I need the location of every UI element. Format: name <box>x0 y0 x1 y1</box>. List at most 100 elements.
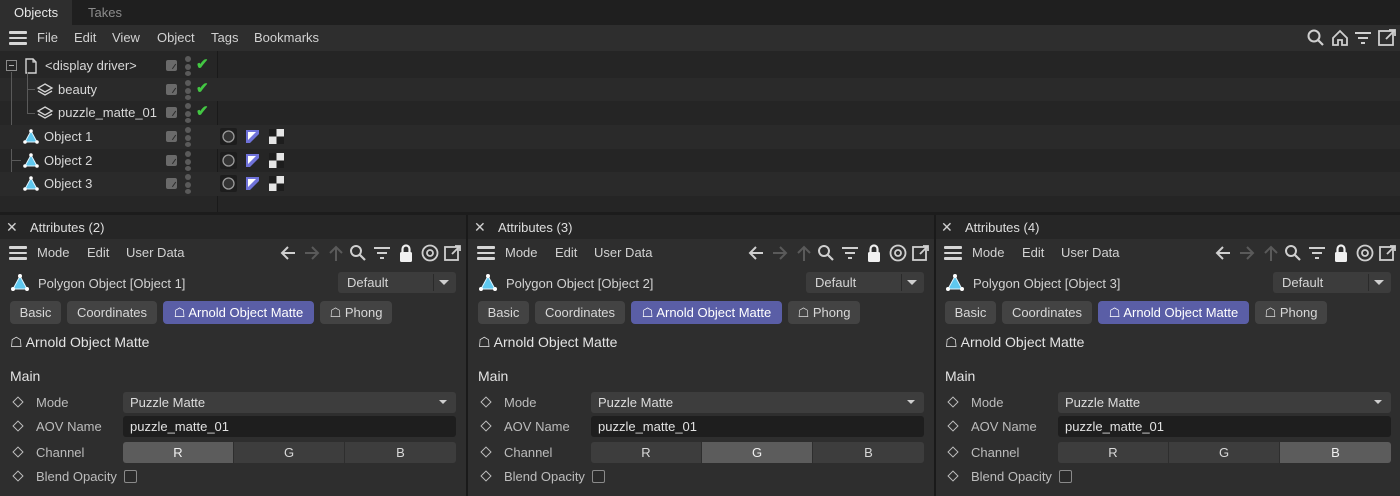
mode-select[interactable]: Puzzle Matte <box>123 392 456 413</box>
editor-visibility-icon[interactable] <box>166 154 177 166</box>
editor-visibility-icon[interactable] <box>166 83 177 95</box>
editor-visibility-icon[interactable] <box>166 60 177 71</box>
channel-r-button[interactable]: R <box>591 442 701 463</box>
lock-icon[interactable] <box>396 242 416 264</box>
search-icon[interactable] <box>1305 27 1327 49</box>
aov-name-field[interactable]: puzzle_matte_01 <box>591 416 924 437</box>
keyframe-diamond-icon[interactable] <box>480 446 492 458</box>
arnold-tag-icon[interactable] <box>244 152 261 169</box>
visibility-dots-icon[interactable] <box>185 150 192 171</box>
tab-coordinates[interactable]: Coordinates <box>1002 301 1092 324</box>
mode-dropdown[interactable]: Default <box>806 272 924 293</box>
hamburger-menu-icon[interactable] <box>9 246 27 260</box>
sphere-tag-icon[interactable] <box>220 151 237 169</box>
tree-row-object-3[interactable]: Object 3 <box>0 172 1400 196</box>
search-icon[interactable] <box>348 242 368 264</box>
menu-tags[interactable]: Tags <box>211 25 238 51</box>
target-icon[interactable] <box>1355 242 1375 264</box>
visibility-dots-icon[interactable] <box>185 79 192 100</box>
keyframe-diamond-icon[interactable] <box>12 470 24 482</box>
menu-user-data[interactable]: User Data <box>126 239 185 267</box>
tree-row-object-1[interactable]: Object 1 <box>0 125 1400 149</box>
aov-name-field[interactable]: puzzle_matte_01 <box>123 416 456 437</box>
tab-basic[interactable]: Basic <box>478 301 529 324</box>
channel-b-button[interactable]: B <box>1280 442 1391 463</box>
filter-icon[interactable] <box>840 242 860 264</box>
menu-mode[interactable]: Mode <box>972 239 1005 267</box>
menu-object[interactable]: Object <box>157 25 195 51</box>
keyframe-diamond-icon[interactable] <box>947 470 959 482</box>
up-arrow-icon[interactable] <box>1261 242 1281 264</box>
filter-icon[interactable] <box>1352 27 1374 49</box>
aov-name-field[interactable]: puzzle_matte_01 <box>1058 416 1391 437</box>
forward-arrow-icon[interactable] <box>302 242 322 264</box>
keyframe-diamond-icon[interactable] <box>947 420 959 432</box>
keyframe-diamond-icon[interactable] <box>12 396 24 408</box>
tree-row-object-2[interactable]: Object 2 <box>0 149 1400 173</box>
menu-bookmarks[interactable]: Bookmarks <box>254 25 319 51</box>
tab-phong[interactable]: ☖ Phong <box>1255 301 1327 324</box>
menu-view[interactable]: View <box>112 25 140 51</box>
close-icon[interactable]: ✕ <box>474 218 486 236</box>
checker-tag-icon[interactable] <box>268 128 285 145</box>
tree-row-beauty[interactable]: beauty ✔ <box>0 77 1400 101</box>
blend-opacity-checkbox[interactable] <box>124 470 137 483</box>
arnold-tag-icon[interactable] <box>244 128 261 145</box>
close-icon[interactable]: ✕ <box>941 218 953 236</box>
arnold-tag-icon[interactable] <box>244 175 261 192</box>
checker-tag-icon[interactable] <box>268 152 285 169</box>
close-icon[interactable]: ✕ <box>6 218 18 236</box>
forward-arrow-icon[interactable] <box>1237 242 1257 264</box>
tree-row-display-driver[interactable]: <display driver> ✔ <box>0 54 1400 78</box>
hamburger-menu-icon[interactable] <box>477 246 495 260</box>
sphere-tag-icon[interactable] <box>220 128 237 145</box>
collapse-toggle-icon[interactable] <box>6 60 17 71</box>
tab-coordinates[interactable]: Coordinates <box>535 301 625 324</box>
back-arrow-icon[interactable] <box>278 242 298 264</box>
tab-arnold-object-matte[interactable]: ☖ Arnold Object Matte <box>163 301 314 324</box>
new-window-icon[interactable] <box>911 242 931 264</box>
menu-edit[interactable]: Edit <box>74 25 96 51</box>
menu-edit[interactable]: Edit <box>1022 239 1044 267</box>
channel-g-button[interactable]: G <box>1169 442 1279 463</box>
keyframe-diamond-icon[interactable] <box>947 396 959 408</box>
menu-file[interactable]: File <box>37 25 58 51</box>
tree-row-puzzle-matte[interactable]: puzzle_matte_01 ✔ <box>0 101 1400 125</box>
tab-coordinates[interactable]: Coordinates <box>67 301 157 324</box>
keyframe-diamond-icon[interactable] <box>12 446 24 458</box>
target-icon[interactable] <box>888 242 908 264</box>
editor-visibility-icon[interactable] <box>166 131 177 142</box>
search-icon[interactable] <box>816 242 836 264</box>
menu-edit[interactable]: Edit <box>555 239 577 267</box>
lock-icon[interactable] <box>864 242 884 264</box>
keyframe-diamond-icon[interactable] <box>480 420 492 432</box>
target-icon[interactable] <box>420 242 440 264</box>
enabled-check-icon[interactable]: ✔ <box>196 57 209 73</box>
tab-basic[interactable]: Basic <box>10 301 61 324</box>
up-arrow-icon[interactable] <box>794 242 814 264</box>
hamburger-menu-icon[interactable] <box>9 31 27 45</box>
tab-takes[interactable]: Takes <box>74 0 136 25</box>
mode-select[interactable]: Puzzle Matte <box>1058 392 1391 413</box>
lock-icon[interactable] <box>1331 242 1351 264</box>
up-arrow-icon[interactable] <box>326 242 346 264</box>
menu-mode[interactable]: Mode <box>37 239 70 267</box>
mode-dropdown[interactable]: Default <box>338 272 456 293</box>
new-window-icon[interactable] <box>1376 27 1398 49</box>
filter-icon[interactable] <box>1307 242 1327 264</box>
checker-tag-icon[interactable] <box>268 175 285 192</box>
new-window-icon[interactable] <box>443 242 463 264</box>
editor-visibility-icon[interactable] <box>166 178 177 189</box>
keyframe-diamond-icon[interactable] <box>12 420 24 432</box>
menu-mode[interactable]: Mode <box>505 239 538 267</box>
hamburger-menu-icon[interactable] <box>944 246 962 260</box>
forward-arrow-icon[interactable] <box>770 242 790 264</box>
new-window-icon[interactable] <box>1378 242 1398 264</box>
tab-basic[interactable]: Basic <box>945 301 996 324</box>
tab-phong[interactable]: ☖ Phong <box>788 301 860 324</box>
menu-edit[interactable]: Edit <box>87 239 109 267</box>
tab-arnold-object-matte[interactable]: ☖ Arnold Object Matte <box>631 301 782 324</box>
back-arrow-icon[interactable] <box>1213 242 1233 264</box>
menu-user-data[interactable]: User Data <box>594 239 653 267</box>
keyframe-diamond-icon[interactable] <box>947 446 959 458</box>
